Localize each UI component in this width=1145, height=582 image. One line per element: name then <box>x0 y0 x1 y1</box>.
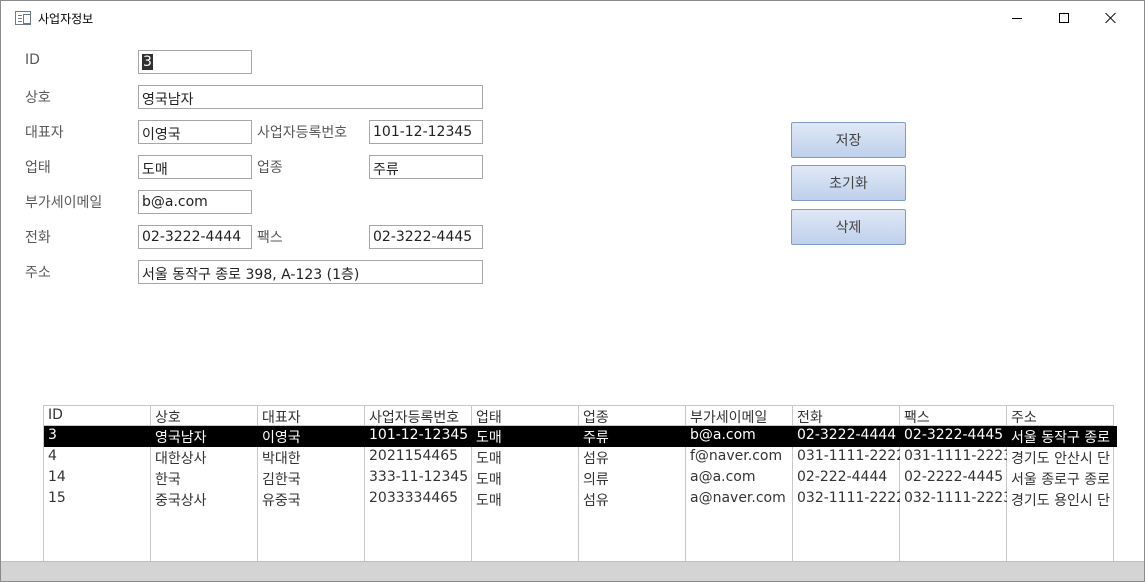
grid-header-fax[interactable]: 팩스 <box>900 405 1007 426</box>
maximize-button[interactable] <box>1041 1 1087 35</box>
cell-bizno[interactable]: 333-11-12345 <box>365 468 472 489</box>
cell-bizno[interactable]: 2021154465 <box>365 447 472 468</box>
table-row[interactable]: 4 대한상사 박대한 2021154465 도매 섬유 f@naver.com 031-111… <box>44 447 1117 468</box>
cell-phone[interactable]: 032-1111-2222 <box>793 489 900 510</box>
cell-name[interactable]: 한국 <box>151 468 258 489</box>
cell-id[interactable]: 3 <box>44 426 151 447</box>
cell-ceo[interactable]: 유중국 <box>258 489 365 510</box>
cell-email[interactable]: f@naver.com <box>686 447 793 468</box>
address-label: 주소 <box>25 265 51 281</box>
cell-name[interactable]: 중국상사 <box>151 489 258 510</box>
cell-address[interactable]: 경기도 안산시 단 <box>1007 447 1114 468</box>
form-icon <box>15 11 31 25</box>
grid-header-item[interactable]: 업종 <box>579 405 686 426</box>
email-field[interactable]: b@a.com <box>138 190 252 214</box>
status-bar <box>1 561 1144 581</box>
grid-header-name[interactable]: 상호 <box>151 405 258 426</box>
cell-type[interactable]: 도매 <box>472 447 579 468</box>
fax-label: 팩스 <box>257 230 283 246</box>
cell-item[interactable]: 의류 <box>579 468 686 489</box>
cell-id[interactable]: 14 <box>44 468 151 489</box>
grid-header-ceo[interactable]: 대표자 <box>258 405 365 426</box>
cell-ceo[interactable]: 이영국 <box>258 426 365 447</box>
cell-type[interactable]: 도매 <box>472 489 579 510</box>
fax-field[interactable]: 02-3222-4445 <box>369 225 483 249</box>
email-label: 부가세이메일 <box>25 195 103 211</box>
cell-type[interactable]: 도매 <box>472 426 579 447</box>
grid-header-email[interactable]: 부가세이메일 <box>686 405 793 426</box>
cell-address[interactable]: 경기도 용인시 단 <box>1007 489 1114 510</box>
cell-ceo[interactable]: 박대한 <box>258 447 365 468</box>
window-title: 사업자정보 <box>38 12 94 26</box>
cell-fax[interactable]: 02-2222-4445 <box>900 468 1007 489</box>
id-value: 3 <box>142 54 153 70</box>
table-row[interactable]: 14 한국 김한국 333-11-12345 도매 의류 a@a.com 02-222-444… <box>44 468 1117 489</box>
cell-type[interactable]: 도매 <box>472 468 579 489</box>
cell-email[interactable]: b@a.com <box>686 426 793 447</box>
cell-fax[interactable]: 02-3222-4445 <box>900 426 1007 447</box>
table-row[interactable]: 15 중국상사 유중국 2033334465 도매 섬유 a@naver.com 032-11… <box>44 489 1117 510</box>
bizno-field[interactable]: 101-12-12345 <box>369 120 483 144</box>
address-field[interactable]: 서울 동작구 종로 398, A-123 (1층) <box>138 260 483 284</box>
cell-bizno[interactable]: 101-12-12345 <box>365 426 472 447</box>
close-icon <box>1105 12 1117 24</box>
phone-label: 전화 <box>25 230 51 246</box>
item-label: 업종 <box>257 160 283 176</box>
cell-phone[interactable]: 02-222-4444 <box>793 468 900 489</box>
cell-id[interactable]: 15 <box>44 489 151 510</box>
cell-item[interactable]: 섬유 <box>579 447 686 468</box>
table-row[interactable]: 3 영국남자 이영국 101-12-12345 도매 주류 b@a.com 02-3222-4… <box>44 426 1117 447</box>
name-field[interactable]: 영국남자 <box>138 85 483 109</box>
close-button[interactable] <box>1088 1 1134 35</box>
item-field[interactable]: 주류 <box>369 155 483 179</box>
phone-field[interactable]: 02-3222-4444 <box>138 225 252 249</box>
delete-button[interactable]: 삭제 <box>791 209 906 245</box>
save-button[interactable]: 저장 <box>791 122 906 158</box>
ceo-field[interactable]: 이영국 <box>138 120 252 144</box>
type-label: 업태 <box>25 160 51 176</box>
cell-ceo[interactable]: 김한국 <box>258 468 365 489</box>
cell-id[interactable]: 4 <box>44 447 151 468</box>
id-label: ID <box>25 52 40 68</box>
cell-email[interactable]: a@a.com <box>686 468 793 489</box>
minimize-icon <box>1012 17 1022 19</box>
grid-header-bizno[interactable]: 사업자등록번호 <box>365 405 472 426</box>
cell-fax[interactable]: 032-1111-2223 <box>900 489 1007 510</box>
cell-bizno[interactable]: 2033334465 <box>365 489 472 510</box>
grid-header-id[interactable]: ID <box>44 405 151 426</box>
cell-name[interactable]: 대한상사 <box>151 447 258 468</box>
name-label: 상호 <box>25 90 51 106</box>
cell-address[interactable]: 서울 종로구 종로 <box>1007 468 1114 489</box>
grid-header-address[interactable]: 주소 <box>1007 405 1114 426</box>
cell-item[interactable]: 섬유 <box>579 489 686 510</box>
id-field[interactable]: 3 <box>138 50 252 74</box>
cell-phone[interactable]: 031-1111-2222 <box>793 447 900 468</box>
bizno-label: 사업자등록번호 <box>257 125 348 141</box>
title-bar[interactable]: 사업자정보 <box>1 1 1144 35</box>
cell-item[interactable]: 주류 <box>579 426 686 447</box>
cell-email[interactable]: a@naver.com <box>686 489 793 510</box>
cell-name[interactable]: 영국남자 <box>151 426 258 447</box>
app-window: 사업자정보 ID 상호 대표자 사업자등록번호 업태 업종 부가세이메일 전화 … <box>0 0 1145 582</box>
grid-header-phone[interactable]: 전화 <box>793 405 900 426</box>
maximize-icon <box>1059 13 1069 23</box>
minimize-button[interactable] <box>994 1 1040 35</box>
grid-header-type[interactable]: 업태 <box>472 405 579 426</box>
ceo-label: 대표자 <box>25 125 64 141</box>
cell-phone[interactable]: 02-3222-4444 <box>793 426 900 447</box>
business-list-grid[interactable]: ID 상호 대표자 사업자등록번호 업태 업종 부가세이메일 전화 팩스 주소 3 영국남자 이영국 10… <box>43 405 1117 561</box>
cell-address[interactable]: 서울 동작구 종로 <box>1007 426 1114 447</box>
type-field[interactable]: 도매 <box>138 155 252 179</box>
cell-fax[interactable]: 031-1111-2223 <box>900 447 1007 468</box>
reset-button[interactable]: 초기화 <box>791 165 906 201</box>
